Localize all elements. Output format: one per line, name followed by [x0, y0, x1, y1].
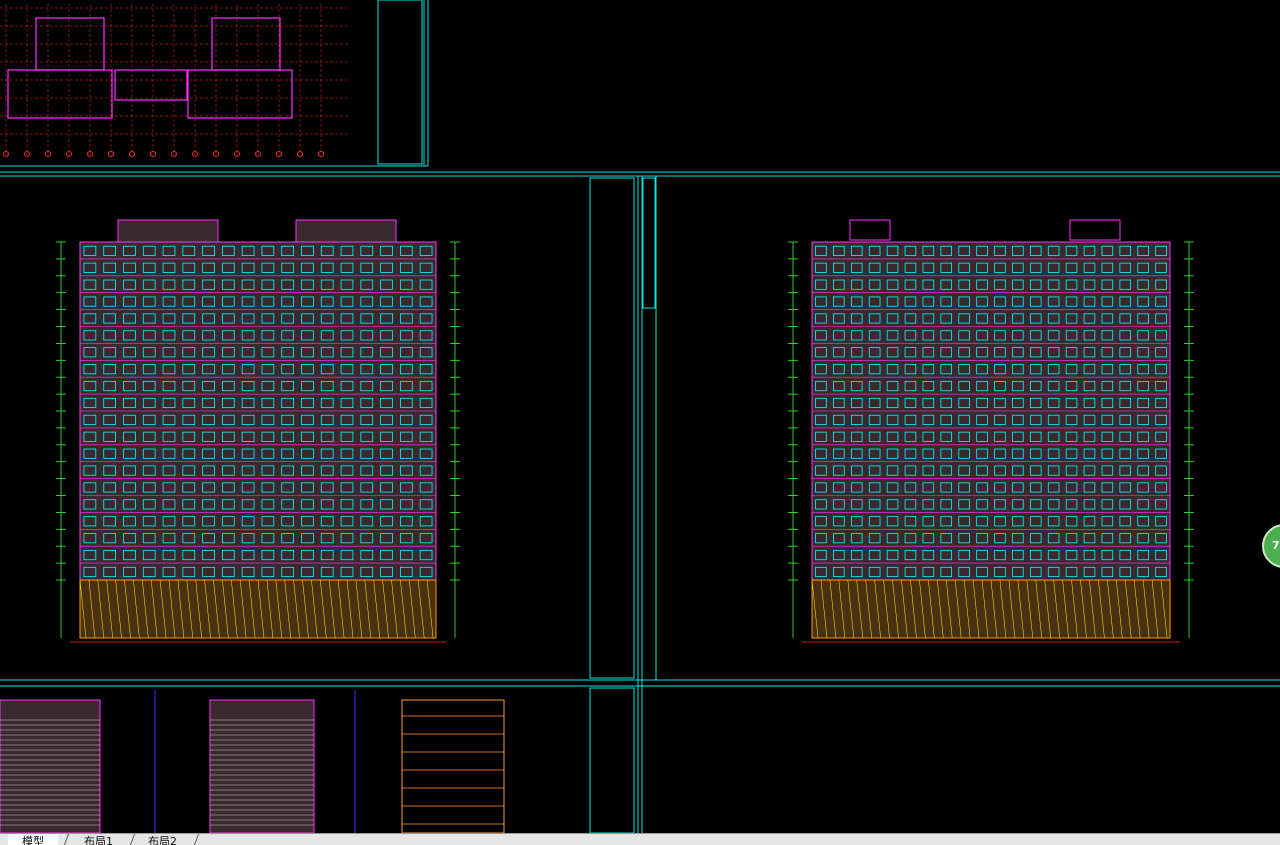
plan-axis-bubble	[129, 151, 135, 157]
roof-structure	[117, 219, 219, 243]
roof-structure	[849, 219, 891, 241]
plan-axis-bubble	[213, 151, 219, 157]
roof-structure	[295, 219, 397, 243]
plan-axis-bubble	[255, 151, 261, 157]
plan-axis-bubble	[45, 151, 51, 157]
plan-room-outline	[187, 69, 293, 119]
elevation-outline	[79, 241, 437, 639]
plan-axis-bubble	[192, 151, 198, 157]
tab-divider	[63, 834, 70, 845]
plan-axis-bubble	[234, 151, 240, 157]
plan-axis-bubble	[171, 151, 177, 157]
plan-axis-bubble	[276, 151, 282, 157]
section-outline	[401, 699, 505, 833]
title-block	[642, 177, 656, 309]
title-block	[589, 177, 635, 679]
plan-axis-bubble	[3, 151, 9, 157]
layout-tab-bar: 模型 布局1 布局2	[0, 833, 1280, 845]
plan-room-outline	[7, 69, 113, 119]
plan-axis-bubble	[108, 151, 114, 157]
zoom-value: 70	[1272, 539, 1280, 552]
title-block	[377, 0, 423, 165]
roof-structure	[1069, 219, 1121, 241]
drawing-canvas[interactable]	[0, 0, 1280, 833]
plan-axis-bubble	[24, 151, 30, 157]
podium-outline	[811, 579, 1171, 639]
cad-model-space[interactable]	[0, 0, 1280, 833]
tab-layout1[interactable]: 布局1	[70, 834, 127, 845]
podium-outline	[79, 579, 437, 639]
plan-axis-bubble	[87, 151, 93, 157]
tab-divider	[193, 834, 200, 845]
plan-axis-bubble	[150, 151, 156, 157]
plan-room-outline	[114, 69, 188, 101]
tab-layout2[interactable]: 布局2	[134, 834, 191, 845]
title-block	[589, 687, 635, 833]
tab-model[interactable]: 模型	[8, 834, 58, 845]
plan-axis-bubble	[297, 151, 303, 157]
plan-axis-bubble	[66, 151, 72, 157]
plan-axis-bubble	[318, 151, 324, 157]
elevation-outline	[811, 241, 1171, 639]
